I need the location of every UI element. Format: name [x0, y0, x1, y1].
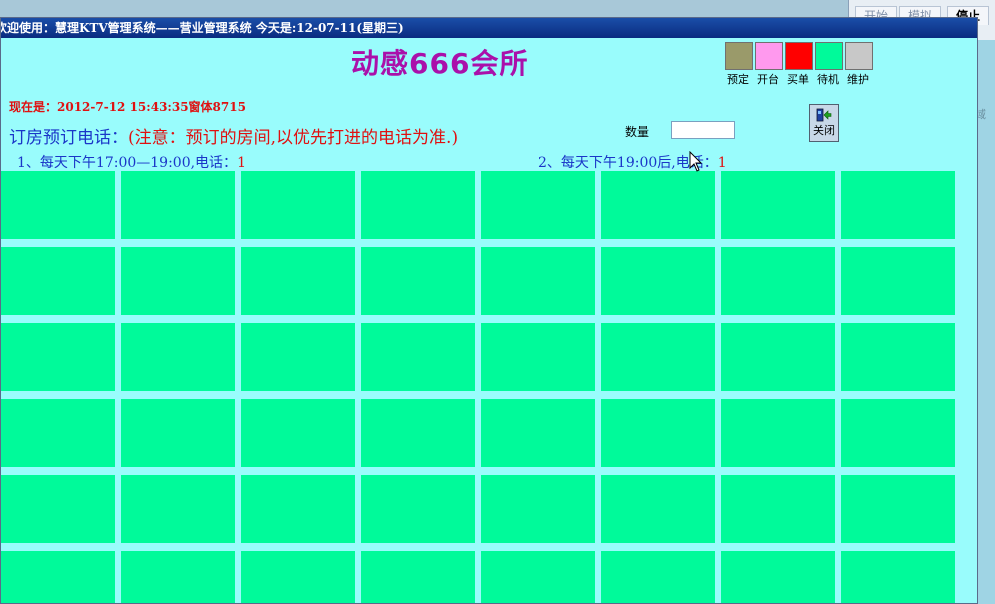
room-tile[interactable]: [361, 247, 475, 315]
room-tile[interactable]: [1, 399, 115, 467]
quantity-label: 数量: [625, 125, 650, 139]
legend-swatch: [785, 42, 813, 70]
exit-door-icon: [816, 108, 832, 122]
room-tile[interactable]: [361, 551, 475, 603]
room-tile[interactable]: [481, 475, 595, 543]
room-tile[interactable]: [481, 551, 595, 603]
room-tile[interactable]: [241, 475, 355, 543]
room-tile[interactable]: [1, 551, 115, 603]
room-tile[interactable]: [721, 399, 835, 467]
main-window: 欢迎使用：慧理KTV管理系统——营业管理系统 今天是:12-07-11(星期三)…: [0, 17, 978, 604]
room-tile[interactable]: [721, 247, 835, 315]
room-tile[interactable]: [601, 399, 715, 467]
close-button[interactable]: 关闭: [809, 104, 839, 142]
booking-title-text: 订房预订电话：: [9, 128, 128, 148]
room-tile[interactable]: [361, 399, 475, 467]
legend-swatch: [725, 42, 753, 70]
room-tile[interactable]: [601, 323, 715, 391]
room-tile[interactable]: [121, 399, 235, 467]
window-title: 欢迎使用：慧理KTV管理系统——营业管理系统 今天是:12-07-11(星期三): [1, 21, 404, 35]
legend-maintenance: 维护: [845, 42, 873, 87]
booking-note: (注意：预订的房间,以优先打进的电话为准.): [128, 128, 459, 148]
room-tile[interactable]: [721, 475, 835, 543]
phone-line-text: 1、每天下午17:00—19:00,电话：: [17, 155, 238, 171]
room-tile[interactable]: [241, 399, 355, 467]
legend-label: 待机: [817, 73, 839, 86]
room-tile[interactable]: [841, 475, 955, 543]
legend-swatch: [755, 42, 783, 70]
room-tile[interactable]: [601, 551, 715, 603]
legend-swatch: [845, 42, 873, 70]
room-tile[interactable]: [841, 399, 955, 467]
room-tile[interactable]: [841, 551, 955, 603]
room-tile[interactable]: [121, 551, 235, 603]
legend-label: 买单: [787, 73, 809, 86]
room-tile[interactable]: [1, 247, 115, 315]
room-tile[interactable]: [121, 323, 235, 391]
room-tile[interactable]: [121, 171, 235, 239]
current-time-label: 现在是：2012-7-12 15:43:35窗体8715: [9, 100, 246, 114]
room-tile[interactable]: [601, 475, 715, 543]
room-tile[interactable]: [841, 171, 955, 239]
room-tile[interactable]: [481, 247, 595, 315]
room-tile[interactable]: [841, 247, 955, 315]
room-tile[interactable]: [481, 171, 595, 239]
close-button-label: 关闭: [813, 124, 835, 137]
legend-swatch: [815, 42, 843, 70]
room-tile[interactable]: [481, 399, 595, 467]
room-tile[interactable]: [361, 475, 475, 543]
room-tile[interactable]: [601, 247, 715, 315]
room-tile[interactable]: [481, 323, 595, 391]
room-tile[interactable]: [601, 171, 715, 239]
room-tile[interactable]: [721, 551, 835, 603]
room-tile[interactable]: [721, 171, 835, 239]
phone-line-number: 1: [237, 155, 246, 171]
room-tile[interactable]: [241, 247, 355, 315]
legend-label: 开台: [757, 73, 779, 86]
room-tile[interactable]: [1, 475, 115, 543]
room-tile[interactable]: [1, 171, 115, 239]
room-tile[interactable]: [361, 323, 475, 391]
mouse-cursor-icon: [689, 151, 703, 172]
phone-line-1: 1、每天下午17:00—19:00,电话：1: [17, 152, 246, 172]
room-tile[interactable]: [721, 323, 835, 391]
phone-line-number: 1: [717, 155, 727, 171]
app-name: 动感666会所: [351, 47, 529, 80]
room-tile[interactable]: [841, 323, 955, 391]
window-titlebar: 欢迎使用：慧理KTV管理系统——营业管理系统 今天是:12-07-11(星期三): [1, 18, 977, 38]
legend-reserved: 预定: [725, 42, 753, 87]
legend-open: 开台: [755, 42, 783, 87]
room-tile[interactable]: [241, 551, 355, 603]
legend-label: 预定: [727, 73, 749, 86]
room-tile[interactable]: [121, 247, 235, 315]
room-tile[interactable]: [241, 323, 355, 391]
legend-checkout: 买单: [785, 42, 813, 87]
room-tile[interactable]: [361, 171, 475, 239]
room-tile[interactable]: [241, 171, 355, 239]
booking-title: 订房预订电话：(注意：预订的房间,以优先打进的电话为准.): [9, 123, 458, 148]
room-tile[interactable]: [121, 475, 235, 543]
legend-label: 维护: [847, 73, 869, 86]
quantity-input[interactable]: [671, 121, 735, 139]
room-tile[interactable]: [1, 323, 115, 391]
legend-standby: 待机: [815, 42, 843, 87]
